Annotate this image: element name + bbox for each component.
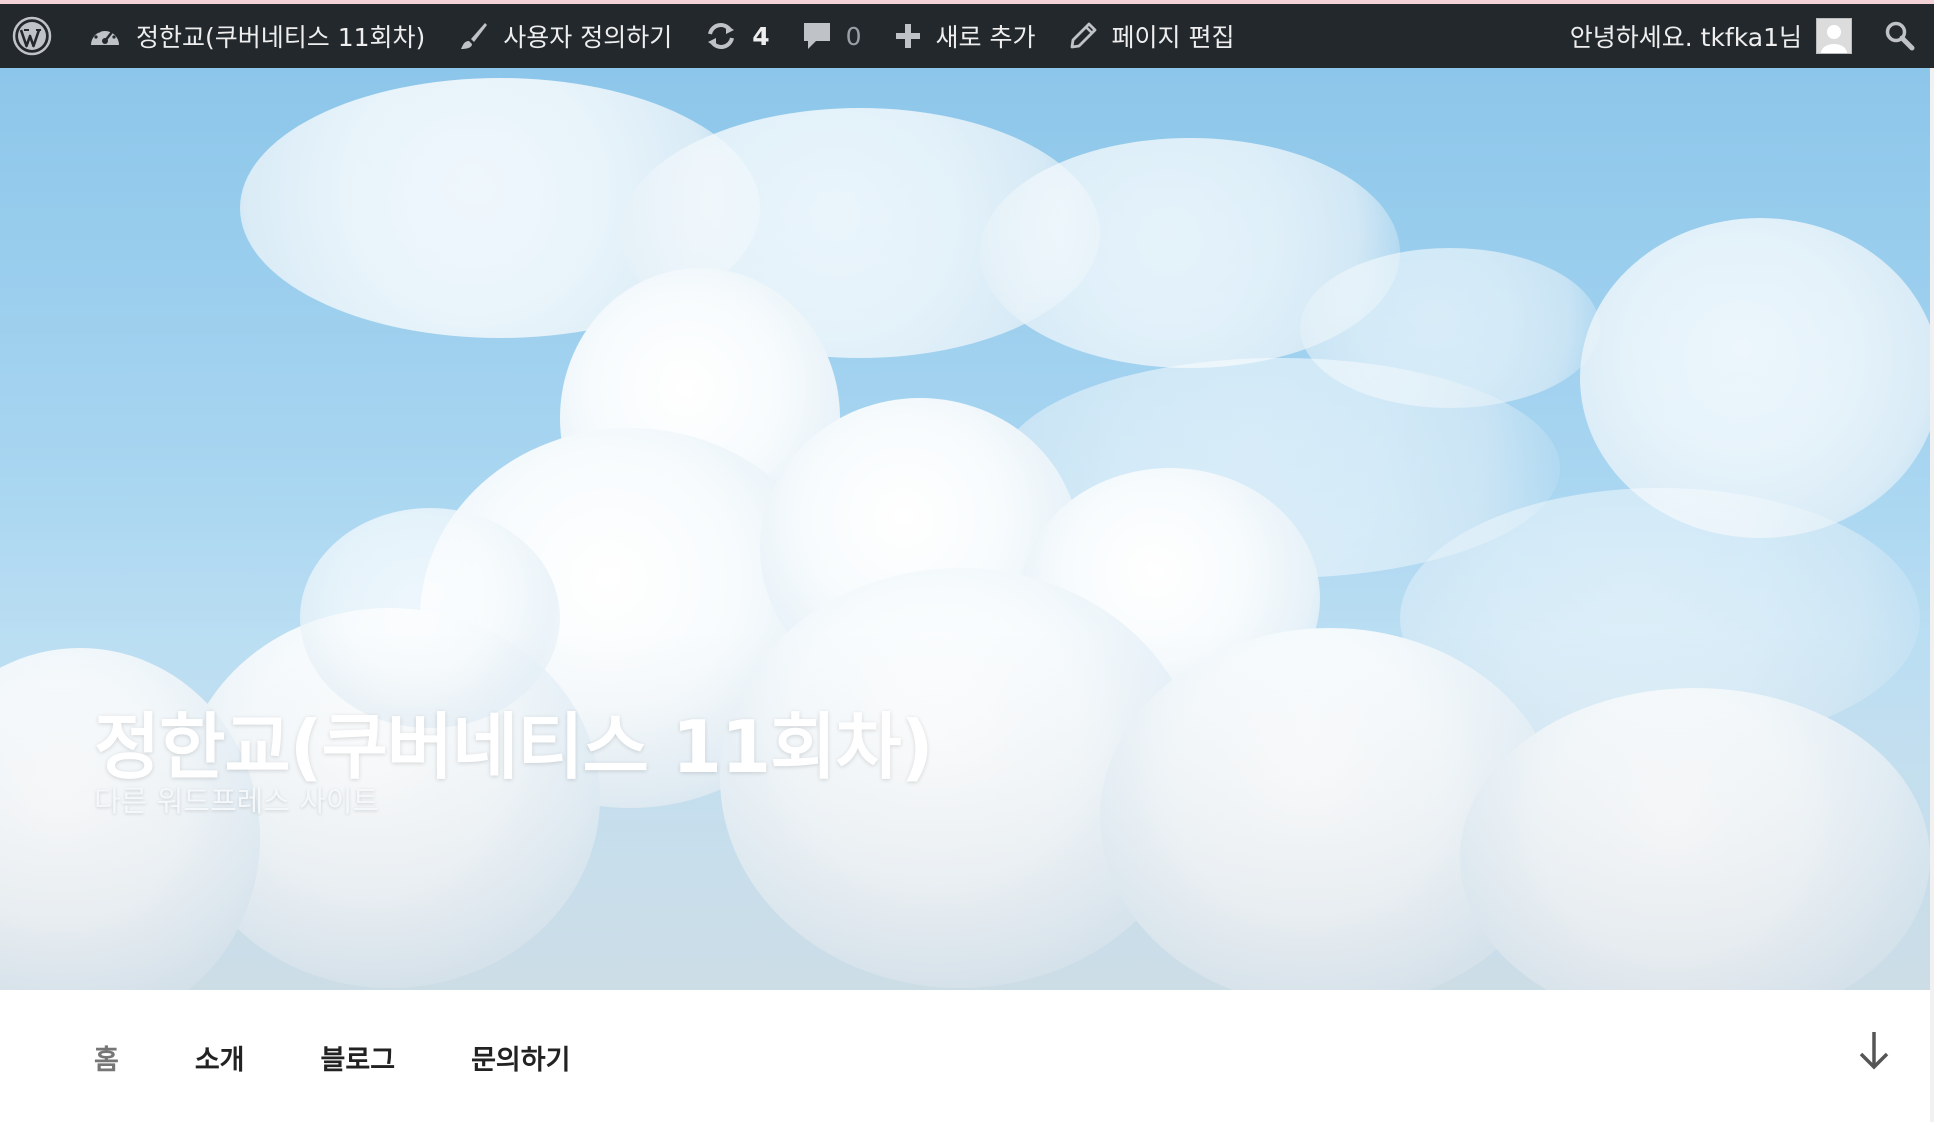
customize-label: 사용자 정의하기 [503, 23, 673, 52]
menu-item-home[interactable]: 홈 [94, 1038, 119, 1077]
edit-page-menu[interactable]: 페이지 편집 [1052, 4, 1251, 68]
comment-bubble-icon [802, 20, 832, 52]
edit-page-label: 페이지 편집 [1111, 23, 1235, 52]
menu: 홈 소개 블로그 문의하기 [94, 1038, 646, 1077]
comments-menu[interactable]: 0 [786, 4, 878, 68]
search-icon [1884, 20, 1916, 52]
dashboard-gauge-icon [88, 21, 122, 51]
comments-count: 0 [845, 21, 862, 51]
admin-bar-secondary: 안녕하세요. tkfka1님 [1554, 4, 1934, 68]
menu-item-contact[interactable]: 문의하기 [471, 1038, 570, 1077]
site-name-menu[interactable]: 정한교(쿠버네티스 11회차) [72, 4, 441, 68]
header-image: 정한교(쿠버네티스 11회차) 다른 워드프레스 사이트 [0, 68, 1930, 990]
wp-logo-menu[interactable] [0, 4, 72, 68]
paintbrush-icon [457, 20, 489, 52]
customize-menu[interactable]: 사용자 정의하기 [441, 4, 688, 68]
page: 정한교(쿠버네티스 11회차) 사용자 정의하기 4 0 새로 추가 페이지 편… [0, 0, 1934, 1122]
admin-bar: 정한교(쿠버네티스 11회차) 사용자 정의하기 4 0 새로 추가 페이지 편… [0, 0, 1934, 68]
wordpress-logo-icon [12, 16, 52, 56]
new-content-menu[interactable]: 새로 추가 [878, 4, 1052, 68]
menu-item-about[interactable]: 소개 [195, 1038, 245, 1077]
scroll-down-button[interactable] [1854, 1028, 1894, 1072]
updates-menu[interactable]: 4 [688, 4, 785, 68]
greeting-label: 안녕하세요. tkfka1님 [1569, 23, 1802, 52]
plus-icon [894, 22, 922, 50]
scrollbar-track[interactable] [1930, 68, 1934, 1122]
menu-item-blog[interactable]: 블로그 [321, 1038, 396, 1077]
my-account-menu[interactable]: 안녕하세요. tkfka1님 [1554, 4, 1872, 68]
pencil-icon [1068, 21, 1098, 51]
search-button[interactable] [1872, 4, 1934, 68]
avatar [1816, 18, 1852, 54]
site-description: 다른 워드프레스 사이트 [94, 784, 380, 818]
arrow-down-icon [1854, 1032, 1894, 1076]
updates-count: 4 [752, 21, 770, 51]
site-name-label: 정한교(쿠버네티스 11회차) [136, 23, 426, 52]
new-content-label: 새로 추가 [935, 23, 1036, 52]
primary-navigation: 홈 소개 블로그 문의하기 [0, 990, 1930, 1122]
refresh-icon [704, 21, 738, 51]
